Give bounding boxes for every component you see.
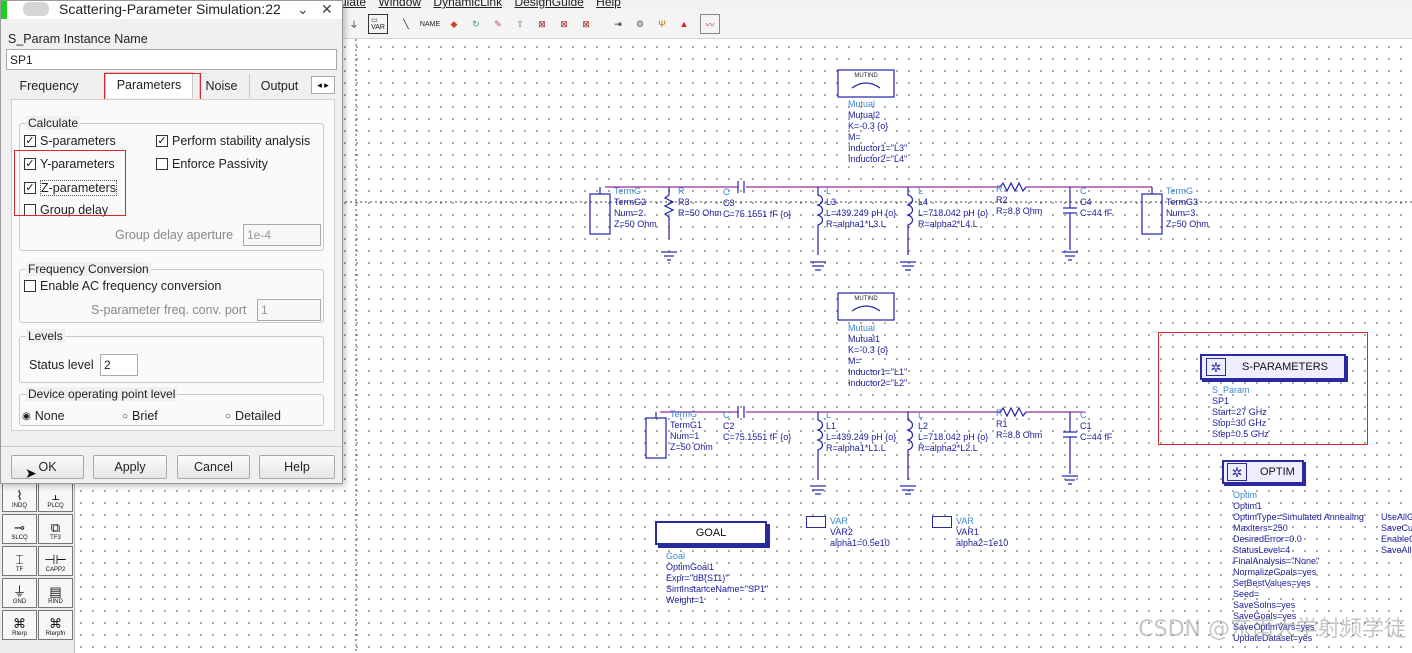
palette-indq[interactable]: ⌇ INDQ bbox=[2, 482, 37, 512]
c3-params: C C3 C=75.1551 fF {o} bbox=[723, 187, 792, 219]
r3-params: R R3 R=50 Ohm bbox=[678, 186, 722, 218]
mouse-cursor-icon: ➤ bbox=[25, 465, 37, 481]
component-palette: ⌇ INDQ ⫠ PLCQ ⊸ SLCQ ⧉ TF3 ⌶ TF ⊣⊢ CAPP2 ⏚ GND … bbox=[0, 480, 75, 653]
optim-component[interactable]: ✲ OPTIM bbox=[1222, 460, 1304, 484]
radio-detailed[interactable]: ○ Detailed bbox=[225, 409, 281, 423]
tab-noise[interactable]: Noise bbox=[199, 74, 243, 98]
radio-icon: ○ bbox=[122, 410, 129, 422]
optim-title: OPTIM bbox=[1260, 466, 1295, 478]
instance-name-input[interactable]: SP1 bbox=[6, 49, 337, 70]
mutual2-params: Mutual Mutual2 K=-0.3 {o} M= Inductor1="L3"… bbox=[848, 99, 908, 164]
var1-icon[interactable] bbox=[932, 516, 952, 528]
radio-none[interactable]: ◉ None bbox=[22, 409, 65, 423]
s-parameters-checkbox[interactable]: ✓ S-parameters bbox=[24, 134, 116, 148]
cancel-button[interactable]: Cancel bbox=[177, 455, 250, 479]
l1-params: L L1 L=439.249 pH {o} R=alpha1*L1.L bbox=[826, 410, 897, 453]
close-icon[interactable]: ✕ bbox=[321, 1, 333, 17]
palette-rind[interactable]: ▤ RIND bbox=[38, 578, 73, 608]
r2-params: R R2 R=8.8 Ohm bbox=[996, 184, 1043, 216]
divider bbox=[1, 446, 342, 447]
mutind2-label: MUTIND bbox=[854, 73, 878, 79]
help-button[interactable]: Help bbox=[259, 455, 335, 479]
rterp-icon: ⌘ bbox=[13, 616, 26, 631]
optim-gear-icon: ✲ bbox=[1227, 463, 1247, 481]
stability-checkbox[interactable]: ✓ Perform stability analysis bbox=[156, 134, 310, 148]
calculate-legend: Calculate bbox=[26, 116, 81, 130]
var2-icon[interactable] bbox=[806, 516, 826, 528]
indq-icon: ⌇ bbox=[16, 488, 23, 503]
ok-button[interactable]: OK bbox=[11, 455, 84, 479]
palette-plcq[interactable]: ⫠ PLCQ bbox=[38, 482, 73, 512]
palette-tf3[interactable]: ⧉ TF3 bbox=[38, 514, 73, 544]
c1-params: C C1 C=44 fF bbox=[1080, 410, 1113, 442]
freq-conversion-legend: Frequency Conversion bbox=[26, 262, 151, 276]
group-delay-aperture-label: Group delay aperture bbox=[115, 228, 234, 242]
radio-brief[interactable]: ○ Brief bbox=[122, 409, 158, 423]
rterpfn-icon: ⌘ bbox=[49, 616, 62, 631]
palette-rterpfn[interactable]: ⌘ Rterpfn bbox=[38, 610, 73, 640]
capp2-icon: ⊣⊢ bbox=[44, 552, 67, 567]
dialog-titlebar[interactable]: Scattering-Parameter Simulation:22 ⌄ ✕ bbox=[1, 1, 342, 19]
status-level-input[interactable]: 2 bbox=[100, 354, 138, 376]
slcq-icon: ⊸ bbox=[14, 520, 25, 535]
mutind1-label: MUTIND bbox=[854, 296, 878, 302]
palette-rterp[interactable]: ⌘ Rterp bbox=[2, 610, 37, 640]
title-accent bbox=[1, 1, 7, 19]
apply-button[interactable]: Apply bbox=[93, 455, 167, 479]
gnd-icon: ⏚ bbox=[12, 584, 26, 599]
var2-params: VAR VAR2 alpha1=0.5e10 bbox=[830, 516, 890, 548]
check-icon: ✓ bbox=[156, 135, 168, 147]
termg1-params: TermG TermG1 Num=1 Z=50 Ohm bbox=[670, 409, 713, 452]
tab-output[interactable]: Output bbox=[249, 74, 309, 98]
group-delay-aperture-input[interactable]: 1e-4 bbox=[243, 224, 321, 246]
mutual1-params: Mutual Mutual1 K=-0.3 {o} M= Inductor1="L1"… bbox=[848, 323, 908, 388]
tab-scroll-arrows-icon[interactable]: ◂ ▸ bbox=[311, 76, 335, 94]
c2-params: C C2 C=75.1551 fF {o} bbox=[723, 410, 792, 442]
passivity-checkbox[interactable]: Enforce Passivity bbox=[156, 157, 268, 171]
c4-params: C C4 C=44 fF bbox=[1080, 186, 1113, 218]
palette-tf[interactable]: ⌶ TF bbox=[2, 546, 37, 576]
palette-slcq[interactable]: ⊸ SLCQ bbox=[2, 514, 37, 544]
tf-icon: ⌶ bbox=[15, 552, 24, 567]
status-level-label: Status level bbox=[29, 358, 94, 372]
goal-title: GOAL bbox=[695, 527, 727, 539]
var1-params: VAR VAR1 alpha2=1e10 bbox=[956, 516, 1009, 548]
check-icon: ✓ bbox=[24, 135, 36, 147]
freq-conv-port-input[interactable]: 1 bbox=[257, 299, 321, 321]
tf3-icon: ⧉ bbox=[50, 520, 61, 535]
l4-params: L L4 L=718.042 pH {o} R=alpha2*L4.L bbox=[918, 186, 989, 229]
rind-icon: ▤ bbox=[49, 584, 62, 599]
radio-icon: ○ bbox=[225, 410, 232, 422]
highlight-yz-params bbox=[14, 150, 126, 216]
freq-conv-port-label: S-parameter freq. conv. port bbox=[91, 303, 247, 317]
termg2-params: TermG TermG2 Num=2 Z=50 Ohm bbox=[614, 186, 657, 229]
plcq-icon: ⫠ bbox=[51, 488, 60, 503]
device-op-legend: Device operating point level bbox=[26, 387, 178, 401]
radio-selected-icon: ◉ bbox=[22, 410, 31, 422]
palette-capp2[interactable]: ⊣⊢ CAPP2 bbox=[38, 546, 73, 576]
l2-params: L L2 L=718.042 pH {o} R=alpha2*L2.L bbox=[918, 410, 989, 453]
goal-params: Goal OptimGoal1 Expr="dB(S11)" SimInstanceN… bbox=[666, 551, 769, 605]
enable-ac-freq-conv-checkbox[interactable]: Enable AC frequency conversion bbox=[24, 279, 221, 293]
dialog-title: Scattering-Parameter Simulation:22 bbox=[59, 1, 281, 17]
app-icon bbox=[23, 2, 49, 16]
termg3-params: TermG TermG3 Num=3 Z=50 Ohm bbox=[1166, 186, 1209, 229]
instance-name-label: S_Param Instance Name bbox=[8, 32, 148, 46]
levels-legend: Levels bbox=[26, 329, 65, 343]
watermark: CSDN @东南大学射频学徒 bbox=[1138, 617, 1406, 642]
l3-params: L L3 L=439.249 pH {o} R=alpha1*L3.L bbox=[826, 186, 897, 229]
palette-gnd[interactable]: ⏚ GND bbox=[2, 578, 37, 608]
goal-component[interactable]: GOAL bbox=[655, 521, 767, 545]
minimize-icon[interactable]: ⌄ bbox=[297, 1, 309, 17]
optim-params-extra: UseAllGSaveCuEnableCSaveAll bbox=[1381, 512, 1412, 555]
tab-frequency[interactable]: Frequency bbox=[11, 74, 87, 98]
highlight-sparam bbox=[1158, 332, 1368, 445]
r1-params: R R1 R=8.8 Ohm bbox=[996, 408, 1043, 440]
sparam-dialog: Scattering-Parameter Simulation:22 ⌄ ✕ S… bbox=[0, 0, 343, 484]
